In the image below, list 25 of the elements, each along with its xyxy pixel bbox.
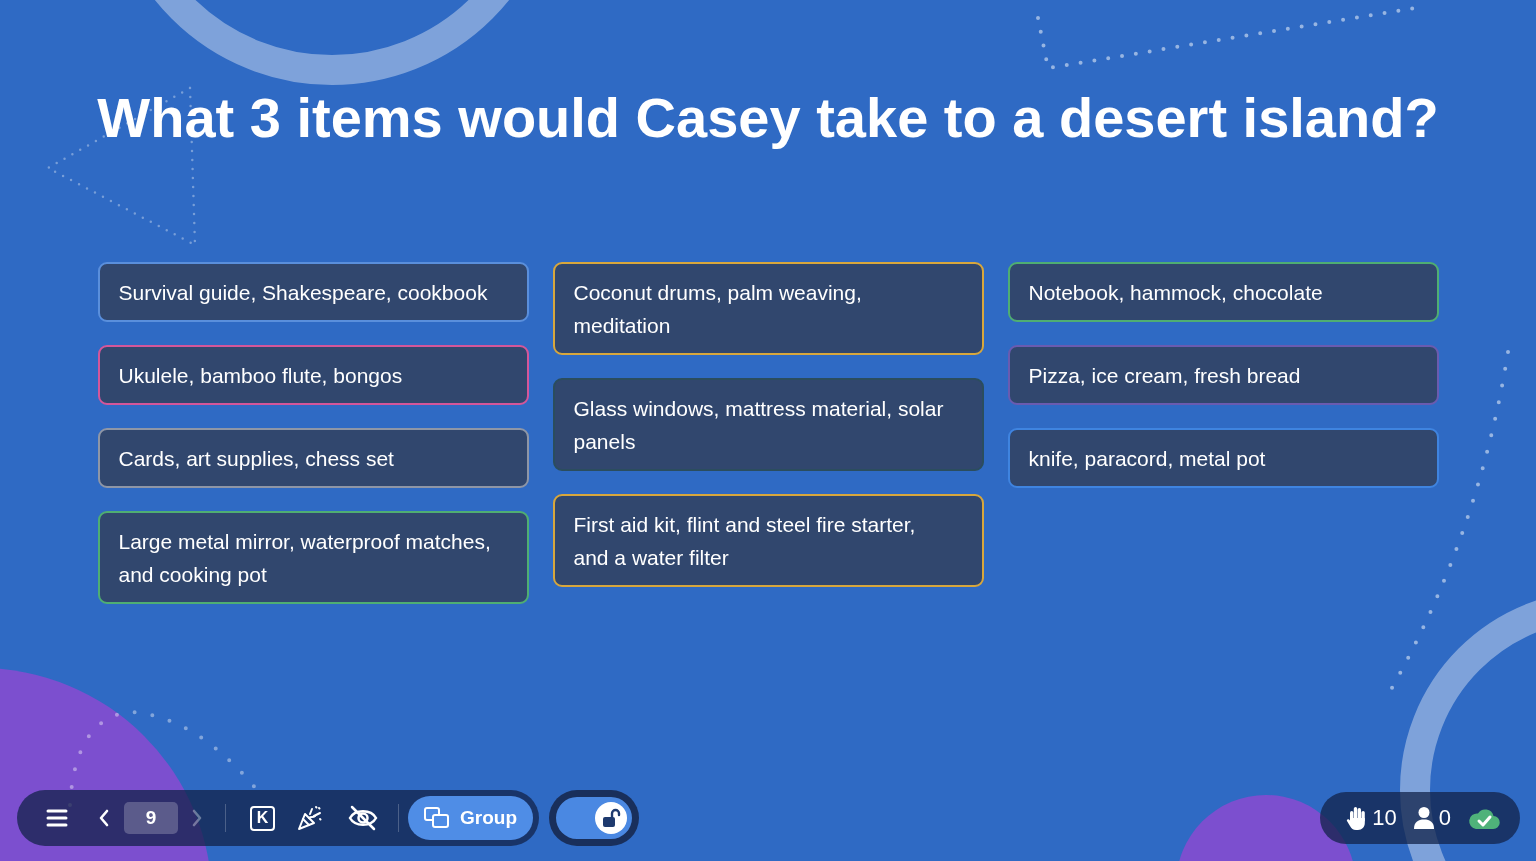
- cloud-check-icon: [1468, 806, 1500, 830]
- response-card: Large metal mirror, waterproof matches, and cooking pot: [97, 511, 529, 604]
- group-button[interactable]: Group: [408, 796, 533, 840]
- person-icon: [1412, 806, 1435, 830]
- unlocked-padlock-icon[interactable]: [595, 802, 627, 834]
- response-card: knife, paracord, metal pot: [1007, 428, 1439, 488]
- response-card: Notebook, hammock, chocolate: [1007, 262, 1439, 322]
- party-popper-icon[interactable]: [297, 805, 323, 831]
- eye-off-icon[interactable]: [347, 804, 379, 832]
- response-card: Cards, art supplies, chess set: [97, 428, 529, 488]
- overlapping-windows-icon: [424, 807, 450, 829]
- response-card: Survival guide, Shakespeare, cookbook: [97, 262, 529, 322]
- chevron-left-icon[interactable]: [98, 809, 110, 827]
- menu-icon[interactable]: [46, 808, 68, 828]
- response-card: Pizza, ice cream, fresh bread: [1007, 345, 1439, 405]
- response-card: Coconut drums, palm weaving, meditation: [552, 262, 984, 355]
- lock-toggle[interactable]: [549, 790, 639, 846]
- question-title: What 3 items would Casey take to a desert island?: [97, 85, 1439, 151]
- shortcut-key-button[interactable]: K: [250, 805, 275, 831]
- participant-count: 0: [1438, 805, 1451, 831]
- response-card: Ukulele, bamboo flute, bongos: [97, 345, 529, 405]
- page-number-field[interactable]: 9: [124, 802, 178, 834]
- response-card: Glass windows, mattress material, solar panels: [552, 378, 984, 471]
- response-card: First aid kit, flint and steel fire starter, and a water filter: [552, 494, 984, 587]
- raised-hands-count: 10: [1372, 805, 1397, 831]
